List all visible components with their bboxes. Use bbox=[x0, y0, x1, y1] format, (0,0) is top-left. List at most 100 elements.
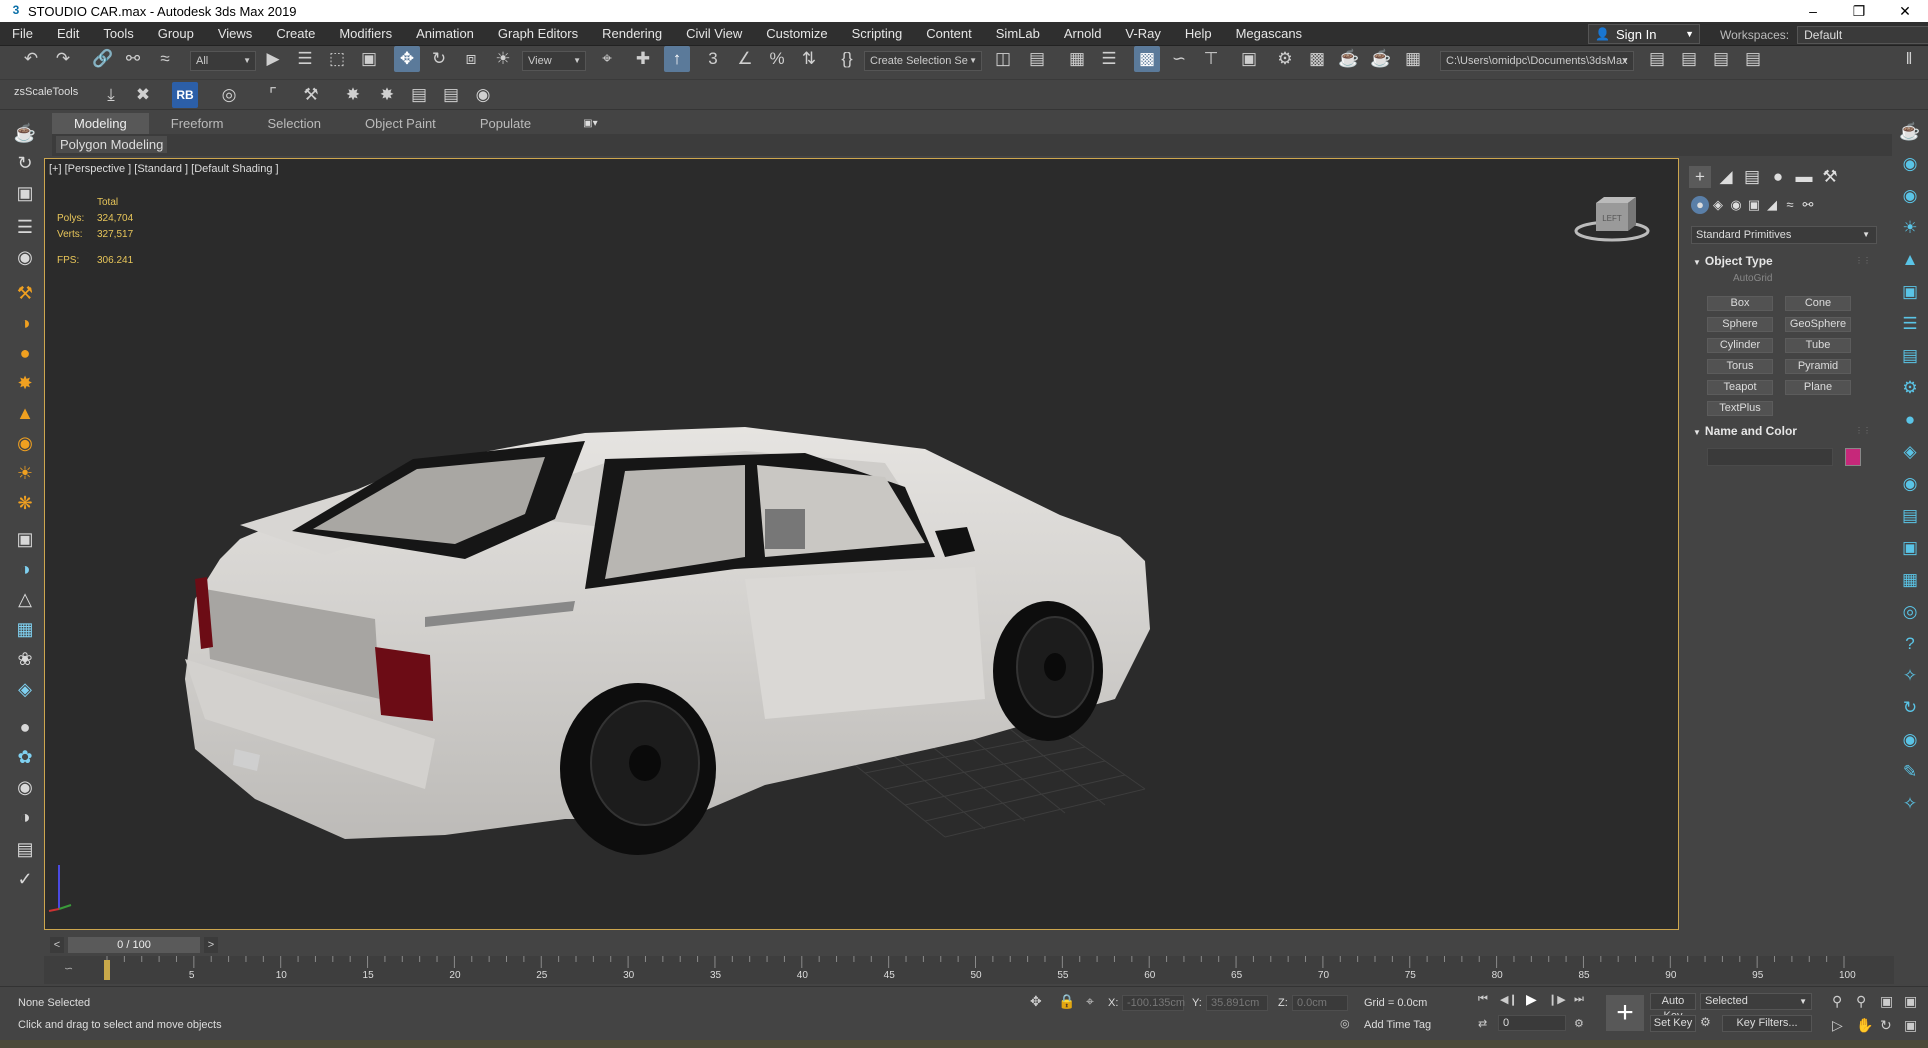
close-icon[interactable]: ✕ bbox=[1882, 0, 1928, 22]
teapot-button[interactable]: Teapot bbox=[1707, 380, 1773, 395]
x-coordinate-field[interactable]: -100.135cm bbox=[1122, 995, 1185, 1011]
cameras-icon[interactable]: ▣ bbox=[1745, 196, 1763, 214]
ref-coord-dropdown[interactable]: View ▼ bbox=[522, 51, 586, 71]
teapot-icon[interactable]: ☕ bbox=[12, 120, 38, 146]
time-slider-thumb[interactable]: 0 / 100 bbox=[68, 937, 200, 953]
next-key-icon[interactable]: ❙▶ bbox=[1548, 993, 1566, 1006]
next-frame-button[interactable]: > bbox=[204, 937, 218, 953]
menu-arnold[interactable]: Arnold bbox=[1052, 26, 1114, 41]
arnold-render-icon[interactable]: ✸ bbox=[340, 82, 366, 108]
frame-buffer-icon[interactable]: ▣ bbox=[1897, 280, 1923, 304]
bind-space-warp-icon[interactable]: ≈ bbox=[152, 46, 178, 72]
time-configuration-icon[interactable]: ⚙ bbox=[1574, 1017, 1584, 1030]
link-icon[interactable]: 🔗 bbox=[90, 46, 116, 72]
rotate-icon[interactable]: ↻ bbox=[426, 46, 452, 72]
create-tab-icon[interactable]: + bbox=[1689, 166, 1711, 188]
globe-icon[interactable]: ◑ bbox=[12, 556, 38, 582]
arnold-license-icon[interactable]: ◉ bbox=[470, 82, 496, 108]
menu-group[interactable]: Group bbox=[146, 26, 206, 41]
sun-icon[interactable]: ☀ bbox=[12, 460, 38, 486]
zoom-extents-icon[interactable]: ▣ bbox=[1880, 993, 1893, 1010]
settings-icon[interactable]: ⚙ bbox=[1897, 376, 1923, 400]
tab-object-paint[interactable]: Object Paint bbox=[343, 113, 458, 134]
align-icon[interactable]: ▤ bbox=[1024, 46, 1050, 72]
name-and-color-rollout-header[interactable]: ▼ Name and Color bbox=[1693, 424, 1797, 438]
sun-icon[interactable]: ☀ bbox=[1897, 216, 1923, 240]
display-tab-icon[interactable]: ▬ bbox=[1793, 166, 1815, 188]
layers-icon[interactable]: ☰ bbox=[12, 214, 38, 240]
sky-icon[interactable]: ❋ bbox=[12, 490, 38, 516]
eye-icon[interactable]: ◎ bbox=[1897, 600, 1923, 624]
angle-snap-icon[interactable]: ∠ bbox=[732, 46, 758, 72]
unlink-icon[interactable]: ⚯ bbox=[120, 46, 146, 72]
geosphere-icon[interactable]: ✸ bbox=[12, 370, 38, 396]
place-icon[interactable]: ☀ bbox=[490, 46, 516, 72]
undo-icon[interactable]: ↶ bbox=[18, 46, 44, 72]
grass-icon[interactable]: ❀ bbox=[12, 646, 38, 672]
network-icon[interactable]: ✧ bbox=[1897, 792, 1923, 816]
object-name-field[interactable] bbox=[1707, 448, 1833, 466]
geosphere-button[interactable]: GeoSphere bbox=[1785, 317, 1851, 332]
hammer-icon[interactable]: ⚒ bbox=[12, 280, 38, 306]
box-icon[interactable]: ▣ bbox=[12, 180, 38, 206]
material-sphere-icon[interactable]: ● bbox=[12, 714, 38, 740]
toggle-ribbon-icon[interactable]: ▩ bbox=[1134, 46, 1160, 72]
arnold-ipr-icon[interactable]: ✸ bbox=[374, 82, 400, 108]
light-lister-icon[interactable]: ◉ bbox=[1897, 728, 1923, 752]
lights-icon[interactable]: ◉ bbox=[1727, 196, 1745, 214]
mirror-icon[interactable]: ◫ bbox=[990, 46, 1016, 72]
list-icon[interactable]: ☰ bbox=[1897, 312, 1923, 336]
palette-icon[interactable]: ◉ bbox=[12, 774, 38, 800]
paint-icon[interactable]: ◈ bbox=[1897, 440, 1923, 464]
helpers-icon[interactable]: ◢ bbox=[1763, 196, 1781, 214]
arnold-export-icon[interactable]: ▤ bbox=[438, 82, 464, 108]
sphere-icon[interactable]: ● bbox=[12, 340, 38, 366]
grid-snap-icon[interactable]: ▦ bbox=[1897, 568, 1923, 592]
perspective-viewport[interactable]: [+] [Perspective ] [Standard ] [Default … bbox=[44, 158, 1679, 930]
menu-content[interactable]: Content bbox=[914, 26, 984, 41]
object-color-swatch[interactable] bbox=[1845, 448, 1861, 466]
menu-tools[interactable]: Tools bbox=[91, 26, 145, 41]
render-iterative-icon[interactable]: ☕ bbox=[1368, 46, 1394, 72]
z-coordinate-field[interactable]: 0.0cm bbox=[1292, 995, 1348, 1011]
previous-frame-button[interactable]: < bbox=[50, 937, 64, 953]
panel-icon[interactable]: ▤ bbox=[1897, 504, 1923, 528]
collapse-icon[interactable]: ✖ bbox=[130, 82, 156, 108]
box-button[interactable]: Box bbox=[1707, 296, 1773, 311]
corner-tool-icon[interactable]: ⌜ bbox=[260, 82, 286, 108]
set-key-button[interactable]: Set Key bbox=[1650, 1015, 1696, 1032]
tab-selection[interactable]: Selection bbox=[246, 113, 343, 134]
percent-snap-icon[interactable]: % bbox=[764, 46, 790, 72]
key-filters-button[interactable]: Key Filters... bbox=[1722, 1015, 1812, 1032]
utilities-tab-icon[interactable]: ⚒ bbox=[1819, 166, 1841, 188]
hammer-icon[interactable]: ⚒ bbox=[298, 82, 324, 108]
multi-material-icon[interactable]: ✿ bbox=[12, 744, 38, 770]
zoom-all-icon[interactable]: ⚲ bbox=[1856, 993, 1866, 1010]
select-by-name-icon[interactable]: ☰ bbox=[292, 46, 318, 72]
rotate-view-icon[interactable]: ↻ bbox=[1897, 696, 1923, 720]
hierarchy-tab-icon[interactable]: ▤ bbox=[1741, 166, 1763, 188]
orbit-view-icon[interactable]: ↻ bbox=[1880, 1017, 1892, 1034]
pin-icon[interactable]: ‖ bbox=[1896, 46, 1922, 72]
nodes-icon[interactable]: ✧ bbox=[1897, 664, 1923, 688]
viewcube[interactable]: LEFT bbox=[1574, 193, 1650, 246]
menu-megascans[interactable]: Megascans bbox=[1224, 26, 1314, 41]
schematic-view-icon[interactable]: ⊤ bbox=[1198, 46, 1224, 72]
maximize-viewport-icon[interactable]: ▣ bbox=[1904, 1017, 1917, 1034]
menu-civil-view[interactable]: Civil View bbox=[674, 26, 754, 41]
orbit-icon[interactable]: ↻ bbox=[12, 150, 38, 176]
snaps-toggle-icon[interactable]: 3 bbox=[700, 46, 726, 72]
autogrid-checkbox[interactable]: AutoGrid bbox=[1733, 273, 1772, 284]
pan-view-icon[interactable]: ✋ bbox=[1856, 1017, 1873, 1034]
scale-icon[interactable]: ⧈ bbox=[458, 46, 484, 72]
project-save-icon[interactable]: ▤ bbox=[1740, 46, 1766, 72]
zoom-icon[interactable]: ⚲ bbox=[1832, 993, 1842, 1010]
arnold-file-icon[interactable]: ▤ bbox=[406, 82, 432, 108]
material-editor-icon[interactable]: ▣ bbox=[1236, 46, 1262, 72]
scene-explorer-icon[interactable]: ▦ bbox=[1064, 46, 1090, 72]
render-setup-icon[interactable]: ⚙ bbox=[1272, 46, 1298, 72]
light-icon[interactable]: ◉ bbox=[1897, 184, 1923, 208]
vray-logo-icon[interactable]: ✓ bbox=[12, 866, 38, 892]
import-icon[interactable]: ⤓ bbox=[98, 82, 124, 108]
rect-selection-icon[interactable]: ⬚ bbox=[324, 46, 350, 72]
